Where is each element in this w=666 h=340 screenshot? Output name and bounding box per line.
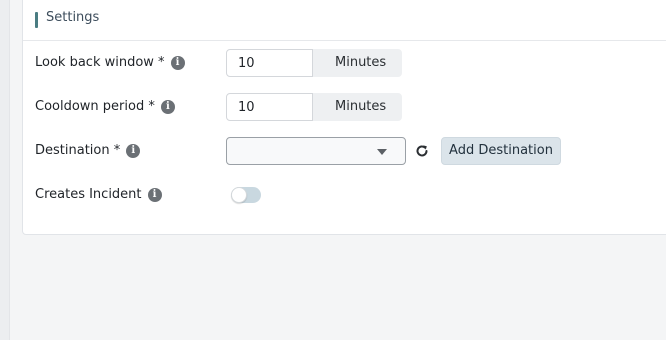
destination-label: Destination * i: [35, 143, 141, 158]
incident-row: Creates Incident i: [23, 181, 666, 209]
header-accent-bar: [35, 12, 38, 28]
refresh-icon[interactable]: [414, 143, 430, 159]
toggle-knob: [231, 187, 247, 203]
cooldown-label-text: Cooldown period *: [35, 99, 155, 114]
info-icon[interactable]: i: [147, 187, 162, 202]
look-back-label: Look back window * i: [35, 55, 185, 70]
creates-incident-toggle[interactable]: [231, 187, 261, 203]
destination-select[interactable]: [226, 137, 406, 165]
incident-label: Creates Incident i: [35, 187, 162, 202]
look-back-unit: Minutes: [313, 49, 402, 77]
chevron-down-icon[interactable]: [377, 149, 387, 155]
destination-row: Destination * i Add Destination: [23, 137, 666, 165]
cooldown-input[interactable]: [226, 93, 313, 121]
look-back-row: Look back window * i Minutes: [23, 49, 666, 77]
cooldown-unit: Minutes: [313, 93, 402, 121]
cooldown-label: Cooldown period * i: [35, 99, 175, 114]
incident-label-text: Creates Incident: [35, 187, 142, 202]
section-title: Settings: [46, 10, 100, 25]
info-icon[interactable]: i: [160, 99, 175, 114]
look-back-label-text: Look back window *: [35, 55, 165, 70]
destination-label-text: Destination *: [35, 143, 121, 158]
cooldown-row: Cooldown period * i Minutes: [23, 93, 666, 121]
info-icon[interactable]: i: [170, 55, 185, 70]
info-icon[interactable]: i: [126, 143, 141, 158]
settings-header: Settings: [23, 0, 666, 41]
look-back-input[interactable]: [226, 49, 313, 77]
add-destination-button[interactable]: Add Destination: [441, 137, 561, 165]
settings-card: Settings Look back window * i Minutes Co…: [22, 0, 666, 235]
side-gutter: [0, 0, 10, 340]
